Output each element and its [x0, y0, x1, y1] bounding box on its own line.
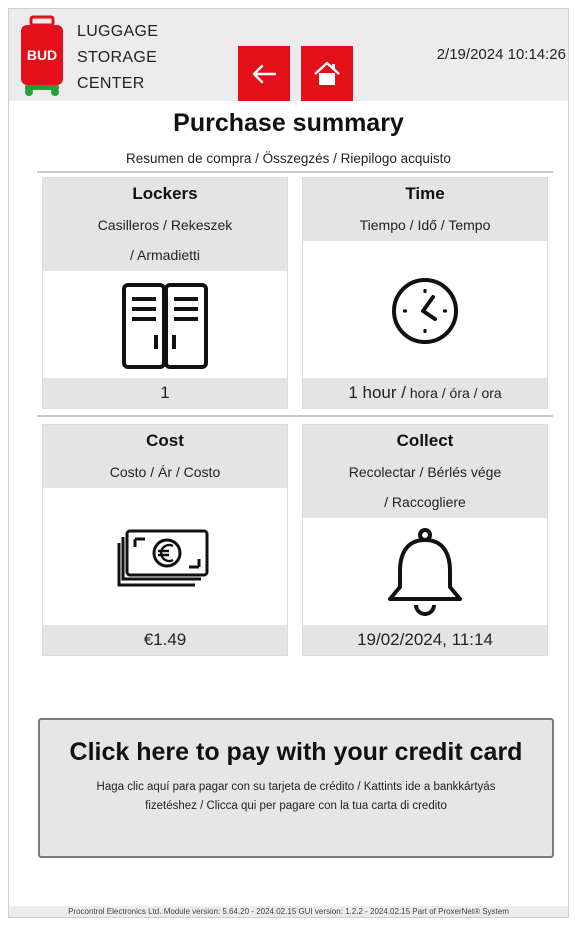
- time-card: Time Tiempo / Idő / Tempo 1 hour / hora …: [302, 177, 548, 409]
- cost-title: Cost: [146, 431, 184, 450]
- time-card-body: [303, 241, 547, 380]
- lockers-card: Lockers Casilleros / Rekeszek / Armadiet…: [42, 177, 288, 409]
- pay-button-label: Click here to pay with your credit card: [69, 738, 523, 766]
- cost-card-body: [43, 488, 287, 627]
- lockers-value: 1: [43, 378, 287, 408]
- time-value-main: 1 hour /: [348, 383, 406, 402]
- cost-value: €1.49: [43, 625, 287, 655]
- locker-icon: [122, 282, 208, 369]
- lockers-subtitle-2: / Armadietti: [129, 247, 201, 263]
- collect-subtitle-2: / Raccogliere: [384, 494, 466, 510]
- cost-card-header: Cost Costo / Ár / Costo: [43, 425, 287, 488]
- page-subtitle: Resumen de compra / Összegzés / Riepilog…: [126, 151, 451, 166]
- cost-card: Cost Costo / Ár / Costo €1.49: [42, 424, 288, 656]
- app-window: BUD LUGGAGE STORAGE CENTER 2/19/2024 10:…: [8, 8, 569, 918]
- collect-subtitle-1: Recolectar / Bérlés vége: [348, 464, 502, 480]
- time-title: Time: [405, 184, 445, 203]
- header-bar: BUD LUGGAGE STORAGE CENTER 2/19/2024 10:…: [9, 9, 568, 101]
- brand-line-1: LUGGAGE: [77, 23, 159, 40]
- time-card-header: Time Tiempo / Idő / Tempo: [303, 178, 547, 241]
- time-value: 1 hour / hora / óra / ora: [303, 378, 547, 408]
- arrow-left-icon: [252, 64, 277, 83]
- page-title: Purchase summary: [173, 109, 404, 137]
- lockers-card-header: Lockers Casilleros / Rekeszek / Armadiet…: [43, 178, 287, 271]
- collect-card: Collect Recolectar / Bérlés vége / Racco…: [302, 424, 548, 656]
- lockers-subtitle-1: Casilleros / Rekeszek: [97, 217, 233, 233]
- pay-button-translations: Haga clic aquí para pagar con su tarjeta…: [96, 781, 496, 812]
- collect-title: Collect: [396, 431, 454, 450]
- time-value-translations: hora / óra / ora: [405, 385, 502, 401]
- lockers-card-body: [43, 271, 287, 380]
- time-subtitle: Tiempo / Idő / Tempo: [359, 217, 491, 233]
- back-button[interactable]: [238, 46, 290, 101]
- current-datetime: 2/19/2024 10:14:26: [436, 46, 566, 63]
- collect-card-body: [303, 518, 547, 627]
- logo-text: BUD: [27, 47, 57, 63]
- pay-with-card-button[interactable]: Click here to pay with your credit card …: [38, 718, 554, 858]
- home-button[interactable]: [301, 46, 353, 101]
- brand-line-3: CENTER: [77, 75, 145, 92]
- collect-card-header: Collect Recolectar / Bérlés vége / Racco…: [303, 425, 547, 518]
- clock-icon: [392, 277, 458, 344]
- luggage-logo-icon: BUD: [21, 15, 63, 96]
- lockers-title: Lockers: [132, 184, 198, 203]
- version-footer: Procontrol Electronics Ltd. Module versi…: [9, 906, 568, 917]
- cost-subtitle: Costo / Ár / Costo: [109, 464, 221, 480]
- brand-line-2: STORAGE: [77, 49, 158, 66]
- euro-banknotes-icon: [117, 529, 209, 586]
- home-icon: [314, 61, 340, 85]
- collect-value: 19/02/2024, 11:14: [303, 625, 547, 655]
- divider: [37, 171, 553, 173]
- brand-name: LUGGAGE STORAGE CENTER: [77, 19, 158, 97]
- bell-icon: [388, 527, 462, 616]
- divider: [37, 415, 553, 417]
